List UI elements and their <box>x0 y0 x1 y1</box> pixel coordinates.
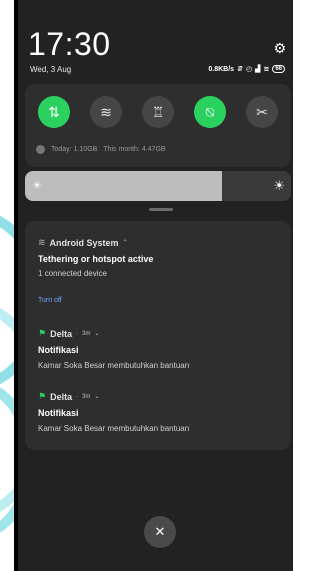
settings-gear-icon[interactable]: ⚙ <box>273 40 286 57</box>
brightness-high-icon: ☀ <box>273 178 285 193</box>
battery-icon: 66 <box>272 65 285 73</box>
notification-header[interactable]: ⚑ Delta · 3m ⌄ <box>38 391 99 402</box>
clock-date: Wed, 3 Aug <box>30 65 72 74</box>
notification-app: Delta <box>50 391 73 402</box>
network-speed: 0.8KB/s <box>208 65 235 73</box>
clear-all-close-icon[interactable]: ✕ <box>144 516 176 548</box>
usage-month: This month: 4.47GB <box>103 146 166 153</box>
data-icon: ⇵ <box>237 66 243 73</box>
data-usage[interactable]: Today: 1.10GB This month: 4.47GB <box>36 145 166 154</box>
notification-title: Notifikasi <box>38 345 79 355</box>
expand-chevron-icon: ⌃ <box>122 240 128 246</box>
hotspot-icon: ≋ <box>38 237 46 247</box>
brightness-slider[interactable]: ☀ ☀ <box>25 171 291 201</box>
notification-header[interactable]: ⚑ Delta · 3m ⌄ <box>38 328 99 339</box>
turn-off-button[interactable]: Turn off <box>38 297 62 304</box>
status-icons: 0.8KB/s ⇵ ◴ ▟ ≋ 66 <box>208 65 285 73</box>
notification-time: 3m <box>82 393 91 400</box>
usage-today: Today: 1.10GB <box>51 146 98 153</box>
wifi-status-icon: ≋ <box>263 66 270 73</box>
notification-card: ≋ Android System ⌃ Tethering or hotspot … <box>25 221 291 450</box>
flashlight-toggle-icon[interactable]: ♖ <box>142 96 174 128</box>
notification-title: Tethering or hotspot active <box>38 254 154 264</box>
delta-app-icon: ⚑ <box>38 391 47 401</box>
notification-text: 1 connected device <box>38 269 107 278</box>
mobile-data-toggle-icon[interactable]: ⇅ <box>38 96 70 128</box>
clock-time: 17:30 <box>28 26 111 62</box>
notification-time: 3m <box>82 330 91 337</box>
drag-handle[interactable] <box>149 208 173 211</box>
notification-app: Delta <box>50 328 73 339</box>
data-usage-icon <box>36 145 45 154</box>
brightness-low-icon: ☀ <box>32 180 42 192</box>
mute-toggle-icon[interactable]: ⍉ <box>194 96 226 128</box>
notification-text: Kamar Soka Besar membutuhkan bantuan <box>38 424 190 433</box>
quick-settings-card: ⇅ ≋ ♖ ⍉ ✂ Today: 1.10GB This month: 4.47… <box>25 84 291 167</box>
alarm-icon: ◴ <box>245 66 253 73</box>
signal-icon: ▟ <box>255 66 261 73</box>
delta-app-icon: ⚑ <box>38 328 47 338</box>
notification-app: Android System <box>49 237 119 248</box>
notification-header[interactable]: ≋ Android System ⌃ <box>38 237 128 248</box>
notification-shade: 17:30 Wed, 3 Aug ⚙ 0.8KB/s ⇵ ◴ ▟ ≋ 66 ⇅ … <box>14 0 293 571</box>
expand-chevron-icon: ⌄ <box>94 394 100 400</box>
notification-title: Notifikasi <box>38 408 79 418</box>
brightness-fill <box>25 171 222 201</box>
expand-chevron-icon: ⌄ <box>94 331 100 337</box>
notification-text: Kamar Soka Besar membutuhkan bantuan <box>38 361 190 370</box>
wifi-toggle-icon[interactable]: ≋ <box>90 96 122 128</box>
screenshot-toggle-icon[interactable]: ✂ <box>246 96 278 128</box>
